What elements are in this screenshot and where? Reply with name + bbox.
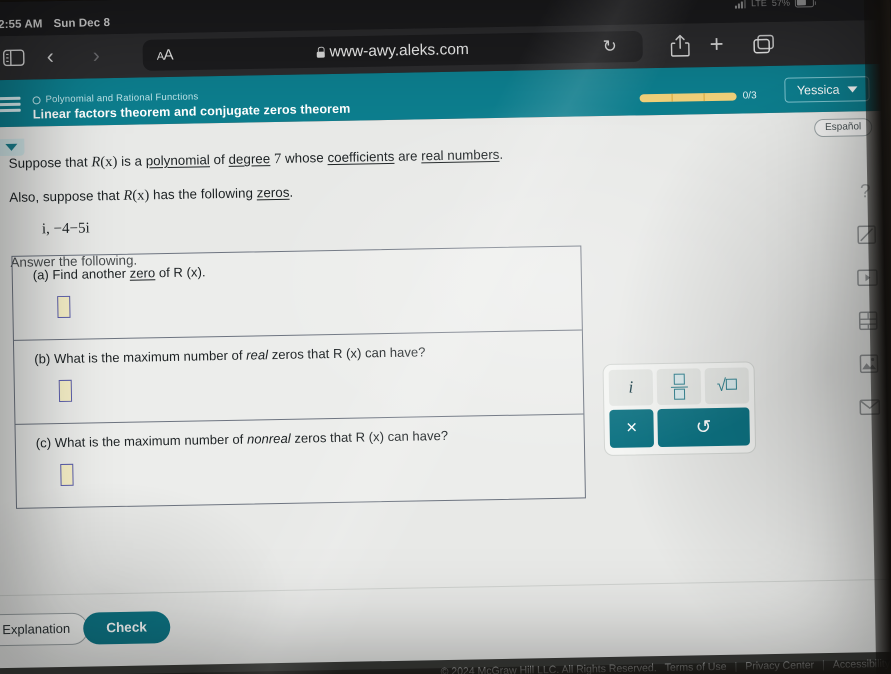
chapter-label: Polynomial and Rational Functions	[45, 91, 199, 106]
glossary-link-zeros[interactable]: zeros	[257, 185, 290, 201]
clock: 2:55 AM	[0, 18, 43, 32]
language-toggle-button[interactable]: Español	[813, 118, 873, 138]
keypad-fraction-button[interactable]	[656, 368, 702, 406]
text-fragment: has the following	[149, 185, 257, 203]
keypad-clear-button[interactable]: ×	[609, 409, 655, 448]
back-button[interactable]: ‹	[47, 45, 54, 69]
forward-button[interactable]: ›	[93, 44, 100, 68]
user-name-label: Yessica	[796, 82, 840, 97]
answer-input-a[interactable]	[57, 295, 71, 319]
text-fragment: What is the maximum number of	[51, 431, 248, 451]
answer-input-c[interactable]	[60, 463, 74, 487]
new-tab-button[interactable]: +	[709, 31, 724, 59]
math-keypad: i √ × ↺	[602, 361, 757, 457]
footer-divider	[0, 578, 891, 597]
progress-indicator: 0/3	[639, 90, 757, 103]
network-type-label: LTE	[750, 0, 767, 9]
question-line-1: Suppose that R(x) is a polynomial of deg…	[9, 143, 584, 175]
text-fragment: of	[209, 151, 229, 168]
battery-icon	[794, 0, 814, 8]
square-root-icon: √	[717, 376, 738, 396]
glossary-link-zero[interactable]: zero	[130, 265, 156, 280]
action-bar: Explanation Check	[0, 594, 891, 653]
question-page: Español Suppose that R(x) is a polynomia…	[0, 110, 891, 674]
url-bar[interactable]: AA www-awy.aleks.com	[142, 30, 643, 71]
glossary-link-coefficients[interactable]: coefficients	[327, 149, 394, 165]
share-icon[interactable]	[670, 34, 690, 57]
text-fragment: What is the maximum number of	[50, 347, 247, 367]
breadcrumb-chapter: Polynomial and Rational Functions	[32, 91, 199, 106]
signal-strength-icon	[735, 0, 747, 9]
question-line-2: Also, suppose that R(x) has the followin…	[9, 177, 584, 209]
math-variable-R: R	[123, 187, 133, 204]
text-fragment: .	[289, 184, 294, 200]
url-display: www-awy.aleks.com	[143, 37, 643, 64]
date: Sun Dec 8	[53, 17, 111, 31]
chevron-down-icon	[847, 85, 858, 93]
text-fragment: are	[394, 148, 422, 164]
text-fragment: zeros that R (x) can have?	[290, 427, 449, 446]
status-bar-left: 2:55 AM Sun Dec 8	[0, 17, 110, 31]
user-menu-button[interactable]: Yessica	[784, 76, 870, 103]
text-fragment: is a	[117, 153, 146, 169]
emphasis-word: real	[246, 347, 269, 363]
status-bar-right: LTE 57%	[735, 0, 814, 9]
chevron-down-icon	[4, 143, 17, 151]
text-fragment: .	[499, 146, 504, 162]
keypad-undo-button[interactable]: ↺	[657, 407, 751, 448]
photograph-of-tablet-screen: 2:55 AM Sun Dec 8 LTE 57% ‹ › AA www-awy…	[0, 0, 891, 674]
part-label: (b)	[34, 351, 51, 367]
circle-icon	[32, 95, 41, 104]
tabs-icon[interactable]	[752, 34, 774, 54]
sidebar-icon[interactable]	[2, 49, 25, 67]
part-label: (a)	[32, 267, 49, 283]
keypad-square-root-button[interactable]: √	[704, 367, 750, 405]
fraction-icon	[670, 373, 688, 400]
table-row: (b) What is the maximum number of real z…	[13, 330, 584, 425]
battery-percent-label: 57%	[771, 0, 790, 8]
question-part-c: (c) What is the maximum number of nonrea…	[36, 426, 564, 451]
glossary-link-degree[interactable]: degree	[228, 151, 270, 167]
question-part-b: (b) What is the maximum number of real z…	[34, 342, 562, 367]
progress-bar	[639, 92, 737, 102]
table-row: (c) What is the maximum number of nonrea…	[16, 414, 585, 507]
url-text: www-awy.aleks.com	[329, 40, 469, 61]
text-fragment: Find another	[48, 265, 130, 283]
part-label: (c)	[35, 435, 52, 451]
progress-count: 0/3	[742, 90, 757, 102]
emphasis-word: nonreal	[246, 430, 291, 447]
answer-input-b[interactable]	[58, 379, 73, 403]
glossary-link-polynomial[interactable]: polynomial	[146, 152, 210, 168]
check-button[interactable]: Check	[82, 611, 171, 645]
tablet-device: 2:55 AM Sun Dec 8 LTE 57% ‹ › AA www-awy…	[0, 0, 891, 674]
question-part-a: (a) Find another zero of R (x).	[32, 258, 561, 283]
text-fragment: Suppose that	[8, 154, 92, 171]
keypad-imaginary-unit-button[interactable]: i	[608, 369, 654, 406]
text-fragment: whose	[281, 150, 328, 166]
math-argument: (x)	[132, 187, 150, 204]
explanation-button[interactable]: Explanation	[0, 612, 89, 647]
reload-icon[interactable]: ↻	[602, 37, 617, 57]
page-title: Linear factors theorem and conjugate zer…	[32, 101, 351, 122]
math-variable-R: R	[91, 154, 101, 171]
glossary-link-real-numbers[interactable]: real numbers	[421, 147, 499, 163]
text-fragment: of R (x).	[155, 264, 206, 281]
hamburger-menu-icon[interactable]	[0, 94, 21, 116]
answer-table: (a) Find another zero of R (x). (b) What…	[11, 245, 586, 509]
text-fragment: zeros that R (x) can have?	[267, 344, 426, 363]
lock-icon	[316, 47, 324, 58]
text-fragment: Also, suppose that	[9, 187, 124, 205]
table-row: (a) Find another zero of R (x).	[12, 246, 582, 341]
math-argument: (x)	[100, 153, 118, 171]
given-zeros: i, −4−5i	[41, 220, 90, 238]
